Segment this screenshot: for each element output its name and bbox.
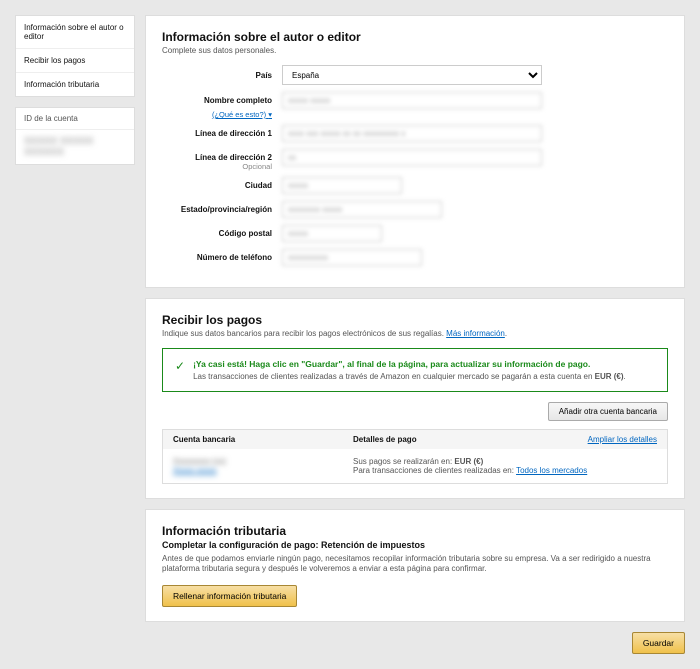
account-id-label: ID de la cuenta: [16, 108, 134, 130]
bank-edit-link[interactable]: Xxxxx xxxxx: [173, 466, 353, 475]
sidebar-item-tax[interactable]: Información tributaria: [16, 73, 134, 96]
more-info-link[interactable]: Más información: [446, 329, 505, 338]
region-input[interactable]: [282, 201, 442, 218]
sidebar-item-author[interactable]: Información sobre el autor o editor: [16, 16, 134, 49]
phone-label: Número de teléfono: [162, 253, 282, 262]
phone-input[interactable]: [282, 249, 422, 266]
table-row: Xxxxxxxxx (xx) Xxxxx xxxxx Sus pagos se …: [163, 449, 667, 483]
name-input[interactable]: [282, 92, 542, 109]
bank-table: Cuenta bancaria Detalles de pago Ampliar…: [162, 429, 668, 484]
tax-title: Información tributaria: [162, 524, 668, 538]
add-bank-button[interactable]: Añadir otra cuenta bancaria: [548, 402, 668, 421]
account-id-box: ID de la cuenta XXXXX XXXXX XXXXXX: [15, 107, 135, 165]
author-title: Información sobre el autor o editor: [162, 30, 668, 44]
alert-title: ¡Ya casi está! Haga clic en "Guardar", a…: [193, 359, 626, 369]
addr2-label: Línea de dirección 2: [162, 153, 282, 162]
chevron-down-icon: ▾: [268, 110, 272, 119]
col-account: Cuenta bancaria: [173, 435, 353, 444]
col-details: Detalles de pago: [353, 435, 557, 444]
check-icon: ✓: [175, 359, 185, 381]
save-button[interactable]: Guardar: [632, 632, 685, 654]
addr2-optional: Opcional: [162, 162, 282, 171]
tax-text: Antes de que podamos enviarle ningún pag…: [162, 554, 668, 575]
postal-input[interactable]: [282, 225, 382, 242]
author-panel: Información sobre el autor o editor Comp…: [145, 15, 685, 288]
country-label: País: [162, 71, 282, 80]
account-id-value: XXXXX XXXXX XXXXXX: [24, 136, 93, 158]
sidebar: Información sobre el autor o editor Reci…: [15, 15, 135, 654]
city-label: Ciudad: [162, 181, 282, 190]
fill-tax-button[interactable]: Rellenar información tributaria: [162, 585, 297, 607]
expand-details-link[interactable]: Ampliar los detalles: [588, 435, 657, 444]
payment-details: Sus pagos se realizarán en: EUR (€) Para…: [353, 457, 657, 475]
bank-name: Xxxxxxxxx (xx): [173, 457, 226, 466]
postal-label: Código postal: [162, 229, 282, 238]
name-label: Nombre completo: [162, 96, 282, 105]
city-input[interactable]: [282, 177, 402, 194]
author-subtitle: Complete sus datos personales.: [162, 46, 668, 55]
tax-panel: Información tributaria Completar la conf…: [145, 509, 685, 622]
payments-panel: Recibir los pagos Indique sus datos banc…: [145, 298, 685, 499]
sidebar-item-payments[interactable]: Recibir los pagos: [16, 49, 134, 73]
addr1-input[interactable]: [282, 125, 542, 142]
addr2-input[interactable]: [282, 149, 542, 166]
name-help-link[interactable]: (¿Qué es esto?) ▾: [212, 110, 272, 119]
sidebar-nav: Información sobre el autor o editor Reci…: [15, 15, 135, 97]
payments-title: Recibir los pagos: [162, 313, 668, 327]
success-alert: ✓ ¡Ya casi está! Haga clic en "Guardar",…: [162, 348, 668, 392]
alert-text: Las transacciones de clientes realizadas…: [193, 372, 626, 381]
country-select[interactable]: España: [282, 65, 542, 85]
region-label: Estado/provincia/región: [162, 205, 282, 214]
tax-subtitle: Completar la configuración de pago: Rete…: [162, 540, 668, 550]
main-content: Información sobre el autor o editor Comp…: [145, 15, 685, 654]
all-markets-link[interactable]: Todos los mercados: [516, 466, 587, 475]
addr1-label: Línea de dirección 1: [162, 129, 282, 138]
payments-desc: Indique sus datos bancarios para recibir…: [162, 329, 668, 338]
